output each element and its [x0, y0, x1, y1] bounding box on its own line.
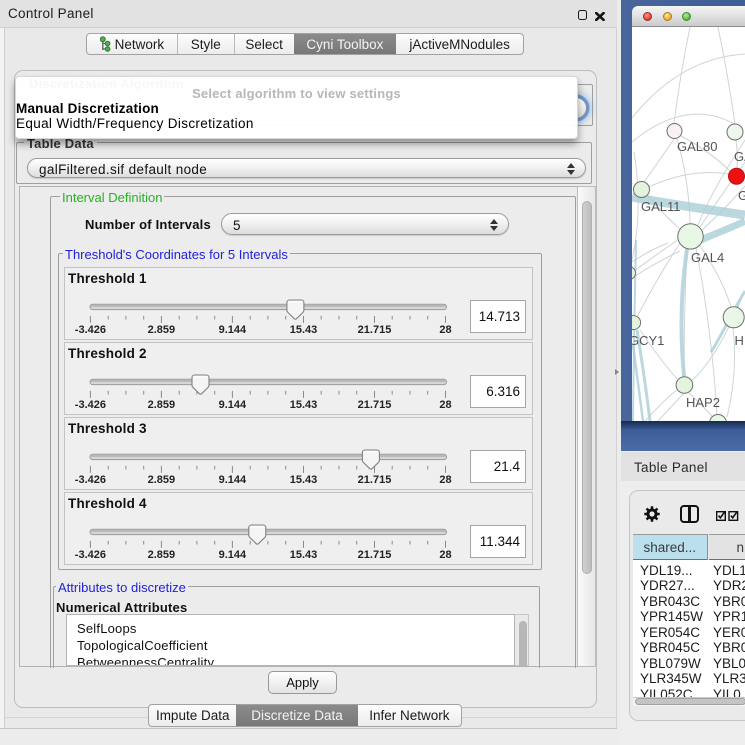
- svg-text:2.859: 2.859: [148, 474, 176, 486]
- svg-text:HAP2: HAP2: [686, 395, 720, 410]
- svg-text:28: 28: [439, 474, 451, 486]
- svg-text:2.859: 2.859: [148, 399, 176, 411]
- svg-text:21.715: 21.715: [358, 324, 392, 336]
- svg-text:-3.426: -3.426: [75, 399, 106, 411]
- svg-text:2.859: 2.859: [148, 549, 176, 561]
- svg-text:21.715: 21.715: [358, 549, 392, 561]
- svg-text:GAL4: GAL4: [691, 250, 724, 265]
- svg-text:2.859: 2.859: [148, 324, 176, 336]
- svg-text:GCY1: GCY1: [632, 333, 664, 348]
- svg-text:9.144: 9.144: [219, 549, 247, 561]
- svg-text:21.715: 21.715: [358, 399, 392, 411]
- svg-text:21.715: 21.715: [358, 474, 392, 486]
- svg-text:GA: GA: [734, 149, 745, 164]
- svg-text:15.43: 15.43: [290, 549, 318, 561]
- svg-text:G: G: [738, 188, 745, 203]
- svg-text:-3.426: -3.426: [75, 549, 106, 561]
- svg-text:GAL11: GAL11: [641, 199, 681, 214]
- svg-text:H: H: [735, 333, 744, 348]
- svg-text:15.43: 15.43: [290, 474, 318, 486]
- svg-text:28: 28: [439, 549, 451, 561]
- svg-text:-3.426: -3.426: [75, 324, 106, 336]
- svg-text:GAL80: GAL80: [677, 139, 717, 154]
- svg-text:9.144: 9.144: [219, 474, 247, 486]
- svg-text:9.144: 9.144: [219, 324, 247, 336]
- svg-text:-3.426: -3.426: [75, 474, 106, 486]
- svg-text:15.43: 15.43: [290, 399, 318, 411]
- svg-text:28: 28: [439, 324, 451, 336]
- svg-text:28: 28: [439, 399, 451, 411]
- svg-text:9.144: 9.144: [219, 399, 247, 411]
- svg-text:15.43: 15.43: [290, 324, 318, 336]
